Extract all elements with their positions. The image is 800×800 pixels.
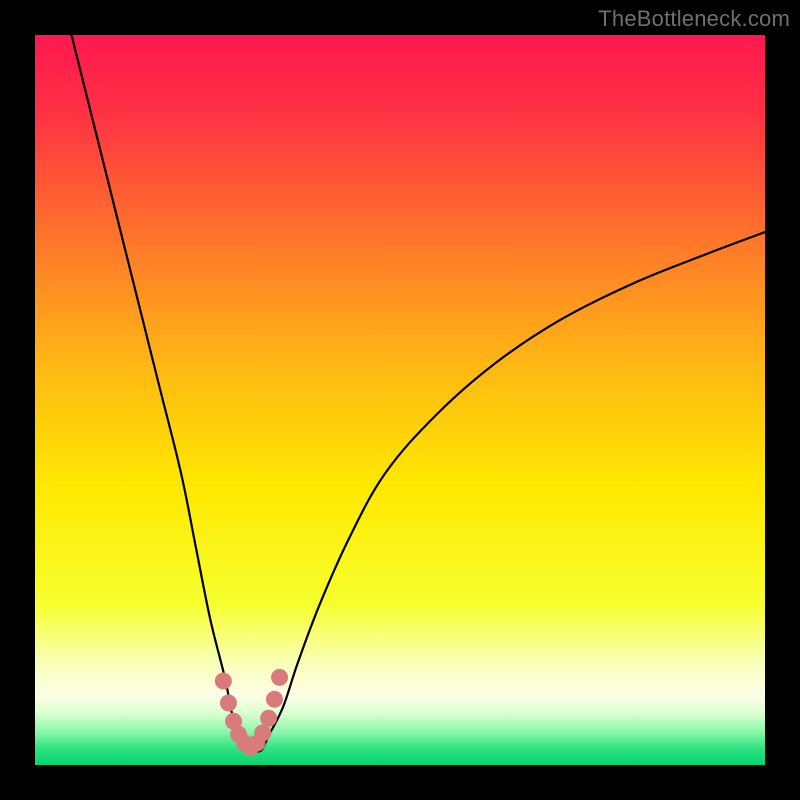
plot-area: [35, 35, 765, 765]
marker-dot: [266, 691, 283, 708]
curve-layer: [35, 35, 765, 765]
marker-dot: [271, 669, 288, 686]
bottleneck-curve: [72, 35, 766, 752]
chart-frame: TheBottleneck.com: [0, 0, 800, 800]
watermark-text: TheBottleneck.com: [598, 6, 790, 32]
marker-dot: [254, 724, 271, 741]
marker-dot: [215, 673, 232, 690]
bottom-cluster-markers: [215, 669, 288, 756]
marker-dot: [260, 710, 277, 727]
marker-dot: [220, 694, 237, 711]
